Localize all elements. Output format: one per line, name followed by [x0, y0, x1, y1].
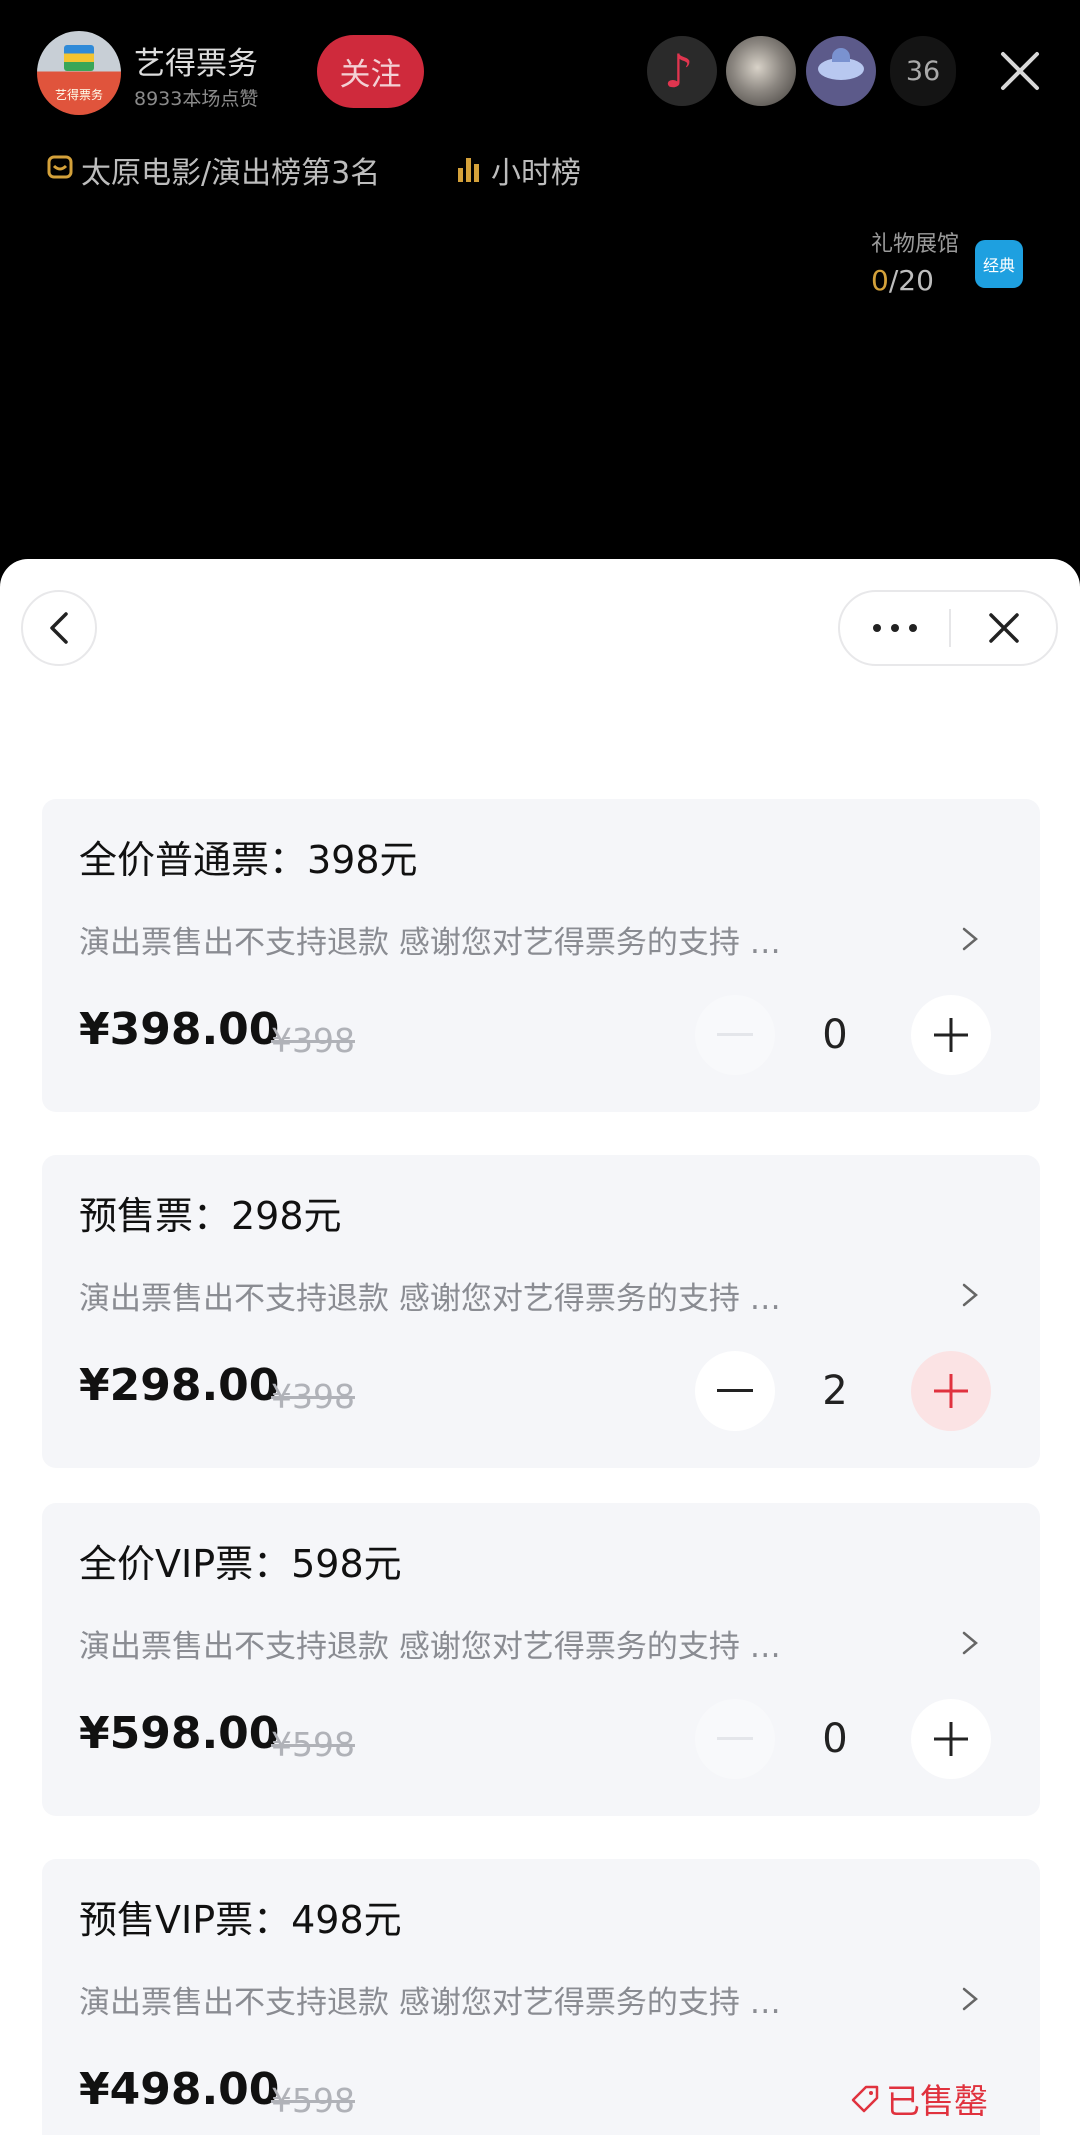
quantity-increase-button[interactable]	[911, 995, 991, 1075]
ticket-card: 预售VIP票：498元 演出票售出不支持退款 感谢您对艺得票务的支持 … ¥49…	[42, 1859, 1040, 2135]
ticket-title: 全价VIP票：598元	[79, 1542, 402, 1586]
ticket-original-price: ¥398	[271, 1377, 355, 1416]
quantity-decrease-button[interactable]	[695, 995, 775, 1075]
rank-icon	[47, 154, 73, 186]
viewer-avatar-person[interactable]	[726, 36, 796, 106]
follow-button[interactable]: 关注	[317, 35, 424, 108]
quantity-decrease-button[interactable]	[695, 1699, 775, 1779]
ticket-card: 预售票：298元 演出票售出不支持退款 感谢您对艺得票务的支持 … ¥298.0…	[42, 1155, 1040, 1468]
anchor-logo-text: 艺得票务	[54, 88, 103, 102]
plus-icon	[934, 1722, 968, 1756]
anchor-name[interactable]: 艺得票务	[134, 38, 258, 83]
music-note-icon: ♪	[664, 44, 694, 98]
tag-icon	[851, 2085, 879, 2112]
plus-icon	[934, 1018, 968, 1052]
anchor-avatar[interactable]: 艺得票务	[37, 31, 121, 115]
back-button[interactable]	[21, 590, 97, 666]
hour-rank-label: 小时榜	[491, 156, 581, 191]
mini-app-capsule	[838, 590, 1058, 666]
ticket-note[interactable]: 演出票售出不支持退款 感谢您对艺得票务的支持 …	[79, 1273, 781, 1318]
quantity-value: 2	[822, 1368, 848, 1414]
gift-classic-badge-icon[interactable]: 经典	[975, 240, 1023, 288]
hour-rank[interactable]: 小时榜	[458, 150, 581, 191]
gift-gallery-progress: 0/20	[871, 264, 934, 297]
ticket-sheet: 全价普通票：398元 演出票售出不支持退款 感谢您对艺得票务的支持 … ¥398…	[0, 559, 1080, 2135]
rank-badge[interactable]: 太原电影/演出榜第3名	[47, 150, 381, 191]
ticket-title: 预售票：298元	[79, 1194, 342, 1238]
ticket-card: 全价普通票：398元 演出票售出不支持退款 感谢您对艺得票务的支持 … ¥398…	[42, 799, 1040, 1112]
ticket-note[interactable]: 演出票售出不支持退款 感谢您对艺得票务的支持 …	[79, 1977, 781, 2022]
ticket-original-price: ¥398	[271, 1021, 355, 1060]
viewer-count[interactable]: 36	[890, 36, 956, 106]
more-button[interactable]	[840, 592, 949, 664]
ticket-note[interactable]: 演出票售出不支持退款 感谢您对艺得票务的支持 …	[79, 917, 781, 962]
chevron-left-icon	[50, 612, 68, 644]
more-dots-icon	[872, 624, 917, 632]
anchor-logo-icon	[64, 45, 94, 71]
quantity-value: 0	[822, 1716, 848, 1762]
chevron-right-icon[interactable]	[956, 1979, 984, 2019]
close-sheet-button[interactable]	[951, 592, 1056, 664]
plus-icon	[934, 1374, 968, 1408]
sold-out-label: 已售罄	[886, 2082, 988, 2122]
close-icon	[988, 613, 1019, 643]
ticket-price: ¥298.00	[79, 1360, 280, 1411]
quantity-decrease-button[interactable]	[695, 1351, 775, 1431]
rank-text: 太原电影/演出榜第3名	[81, 156, 381, 191]
likes-count: 8933本场点赞	[134, 88, 259, 110]
ticket-note[interactable]: 演出票售出不支持退款 感谢您对艺得票务的支持 …	[79, 1621, 781, 1666]
gift-gallery-label[interactable]: 礼物展馆	[871, 226, 959, 258]
quantity-increase-button[interactable]	[911, 1351, 991, 1431]
ticket-title: 全价普通票：398元	[79, 838, 418, 882]
chevron-right-icon[interactable]	[956, 1623, 984, 1663]
viewer-avatar-ufo[interactable]	[806, 36, 876, 106]
ticket-price: ¥598.00	[79, 1708, 280, 1759]
ticket-original-price: ¥598	[271, 1725, 355, 1764]
chevron-right-icon[interactable]	[956, 919, 984, 959]
ticket-original-price: ¥598	[271, 2081, 355, 2120]
ticket-price: ¥398.00	[79, 1004, 280, 1055]
ticket-title: 预售VIP票：498元	[79, 1898, 402, 1942]
viewer-avatar-music[interactable]: ♪	[647, 36, 717, 106]
bar-chart-icon	[458, 158, 479, 182]
close-live-icon[interactable]	[993, 44, 1047, 98]
ticket-card: 全价VIP票：598元 演出票售出不支持退款 感谢您对艺得票务的支持 … ¥59…	[42, 1503, 1040, 1816]
quantity-increase-button[interactable]	[911, 1699, 991, 1779]
ticket-price: ¥498.00	[79, 2064, 280, 2115]
chevron-right-icon[interactable]	[956, 1275, 984, 1315]
quantity-value: 0	[822, 1012, 848, 1058]
minus-icon	[717, 1033, 753, 1036]
minus-icon	[717, 1737, 753, 1740]
sold-out-badge: 已售罄	[850, 2074, 988, 2123]
ufo-icon	[818, 48, 864, 80]
minus-icon	[717, 1389, 753, 1392]
